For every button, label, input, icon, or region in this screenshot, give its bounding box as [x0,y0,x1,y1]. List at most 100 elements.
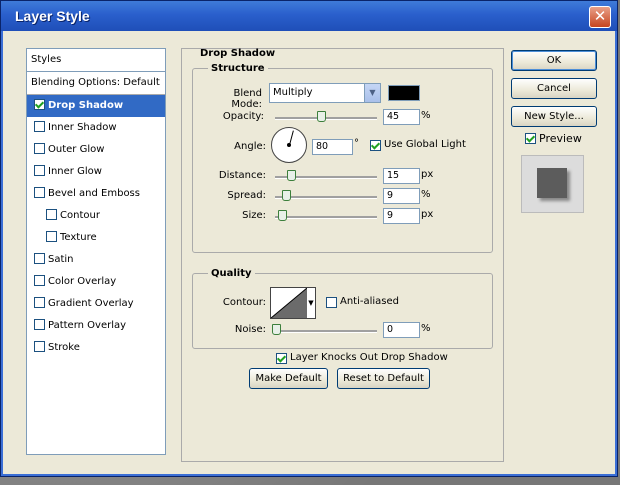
chevron-down-icon: ▼ [364,84,380,102]
noise-slider-thumb[interactable] [272,324,281,335]
angle-dial[interactable] [271,127,307,163]
contour-dropdown[interactable]: ▼ [307,287,316,319]
preview-square [537,168,567,198]
style-item-checkbox[interactable] [46,231,57,242]
noise-slider-track[interactable] [275,330,377,333]
distance-input[interactable]: 15 [383,168,420,184]
new-style-button[interactable]: New Style... [511,106,597,127]
style-item-bevel-and-emboss[interactable]: Bevel and Emboss [27,183,165,205]
noise-input[interactable]: 0 [383,322,420,338]
angle-unit: ° [354,138,359,149]
style-item-checkbox[interactable] [34,99,45,110]
style-item-stroke[interactable]: Stroke [27,337,165,359]
style-item-satin[interactable]: Satin [27,249,165,271]
blending-options-item[interactable]: Blending Options: Default [27,72,165,95]
noise-unit: % [421,323,431,334]
style-item-label: Contour [60,210,100,221]
style-item-checkbox[interactable] [34,165,45,176]
opacity-slider-track[interactable] [275,117,377,120]
size-slider-thumb[interactable] [278,210,287,221]
size-input[interactable]: 9 [383,208,420,224]
style-item-label: Outer Glow [48,144,105,155]
style-preview [521,155,584,213]
blend-mode-select[interactable]: Multiply ▼ [269,83,381,103]
preview-checkbox[interactable] [525,133,536,144]
style-item-outer-glow[interactable]: Outer Glow [27,139,165,161]
style-item-checkbox[interactable] [34,121,45,132]
use-global-light-label[interactable]: Use Global Light [384,139,466,150]
style-item-checkbox[interactable] [34,297,45,308]
structure-title: Structure [208,63,268,74]
window-title: Layer Style [15,8,90,24]
style-item-checkbox[interactable] [34,275,45,286]
style-item-label: Drop Shadow [48,100,124,111]
quality-group [192,273,493,349]
size-slider-track[interactable] [275,216,377,219]
size-label: Size: [242,210,266,221]
style-item-gradient-overlay[interactable]: Gradient Overlay [27,293,165,315]
style-item-checkbox[interactable] [34,319,45,330]
style-item-inner-glow[interactable]: Inner Glow [27,161,165,183]
styles-header[interactable]: Styles [27,49,165,72]
contour-label: Contour: [222,297,266,308]
styles-list: Styles Blending Options: Default Drop Sh… [26,48,166,455]
spread-input[interactable]: 9 [383,188,420,204]
distance-label: Distance: [218,170,266,181]
chevron-down-icon: ▼ [308,299,314,307]
preview-label[interactable]: Preview [539,132,582,145]
drop-shadow-panel: Drop Shadow Structure Blend Mode: Multip… [181,48,504,462]
anti-aliased-label[interactable]: Anti-aliased [340,296,399,307]
style-item-contour[interactable]: Contour [27,205,165,227]
distance-slider-thumb[interactable] [287,170,296,181]
close-button[interactable]: ✕ [589,6,611,28]
blend-mode-value: Multiply [273,87,313,98]
style-item-checkbox[interactable] [46,209,57,220]
reset-to-default-button[interactable]: Reset to Default [337,368,430,389]
style-item-label: Inner Glow [48,166,102,177]
layer-style-dialog: Layer Style ✕ Styles Blending Options: D… [0,0,618,477]
size-unit: px [421,209,434,220]
close-icon: ✕ [593,7,607,25]
make-default-button[interactable]: Make Default [249,368,328,389]
style-item-label: Color Overlay [48,276,117,287]
style-item-inner-shadow[interactable]: Inner Shadow [27,117,165,139]
ok-button[interactable]: OK [511,50,597,71]
cancel-button[interactable]: Cancel [511,78,597,99]
layer-knocks-out-label[interactable]: Layer Knocks Out Drop Shadow [290,352,448,363]
style-item-drop-shadow[interactable]: Drop Shadow [27,95,165,117]
noise-label: Noise: [234,324,266,335]
linear-contour-icon [270,287,308,319]
opacity-unit: % [421,110,431,121]
opacity-label: Opacity: [222,111,264,122]
spread-slider-thumb[interactable] [282,190,291,201]
blend-mode-label: Blend Mode: [231,88,262,110]
style-item-label: Inner Shadow [48,122,117,133]
spread-label: Spread: [227,190,266,201]
style-item-checkbox[interactable] [34,187,45,198]
style-item-pattern-overlay[interactable]: Pattern Overlay [27,315,165,337]
opacity-input[interactable]: 45 [383,109,420,125]
style-item-checkbox[interactable] [34,143,45,154]
style-item-label: Pattern Overlay [48,320,127,331]
style-item-label: Texture [60,232,97,243]
style-item-color-overlay[interactable]: Color Overlay [27,271,165,293]
contour-preview[interactable] [270,287,308,319]
drop-shadow-title: Drop Shadow [200,48,276,59]
spread-unit: % [421,189,431,200]
anti-aliased-checkbox[interactable] [326,297,337,308]
angle-label: Angle: [234,141,266,152]
title-bar[interactable]: Layer Style ✕ [1,1,617,31]
style-item-texture[interactable]: Texture [27,227,165,249]
angle-input[interactable]: 80 [312,139,353,155]
opacity-slider-thumb[interactable] [316,111,326,122]
distance-unit: px [421,169,434,180]
style-item-label: Stroke [48,342,80,353]
dialog-body: Styles Blending Options: Default Drop Sh… [5,31,613,472]
use-global-light-checkbox[interactable] [370,140,381,151]
style-item-checkbox[interactable] [34,341,45,352]
shadow-color-swatch[interactable] [388,85,420,101]
style-item-checkbox[interactable] [34,253,45,264]
style-item-label: Satin [48,254,74,265]
layer-knocks-out-checkbox[interactable] [276,353,287,364]
angle-dial-center [287,143,291,147]
